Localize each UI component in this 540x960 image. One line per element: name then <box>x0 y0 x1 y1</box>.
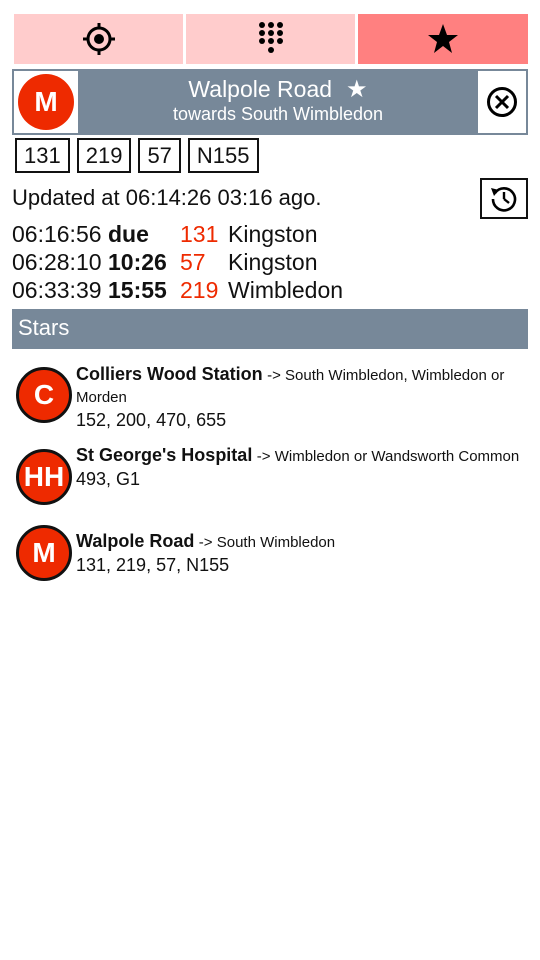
route-filter-list: 131 219 57 N155 <box>15 138 266 173</box>
stop-letter-badge: M <box>18 74 74 130</box>
starred-stop-heading: St George's Hospital -> Wimbledon or Wan… <box>76 444 528 468</box>
starred-stop-item[interactable]: C Colliers Wood Station -> South Wimbled… <box>16 363 528 433</box>
crosshair-icon <box>82 23 115 55</box>
starred-stop-item[interactable]: HH St George's Hospital -> Wimbledon or … <box>16 444 528 514</box>
departure-route: 131 <box>180 221 219 247</box>
departure-route: 219 <box>180 277 219 303</box>
departure-due: 15:55 <box>108 277 167 303</box>
keypad-icon <box>258 22 283 53</box>
departure-due: due <box>108 221 149 247</box>
star-icon <box>428 24 458 53</box>
starred-stop-heading: Walpole Road -> South Wimbledon <box>76 530 528 554</box>
tab-stars[interactable] <box>358 14 528 64</box>
stop-letter-badge: HH <box>16 449 72 505</box>
starred-stop-name: St George's Hospital <box>76 445 253 465</box>
starred-stop-name: Walpole Road <box>76 531 195 551</box>
starred-stop-routes: 131, 219, 57, N155 <box>76 555 230 575</box>
departure-row: 06:16:56 due 131 Kingston <box>12 220 528 248</box>
close-button[interactable] <box>478 71 526 133</box>
starred-stop-text: Colliers Wood Station -> South Wimbledon… <box>76 363 528 431</box>
starred-stop-heading: Colliers Wood Station -> South Wimbledon… <box>76 363 528 409</box>
close-icon <box>487 87 517 117</box>
tab-keypad[interactable] <box>186 14 355 64</box>
stop-header: M Walpole Road ★ towards South Wimbledon <box>12 69 528 135</box>
updated-status: Updated at 06:14:26 03:16 ago. <box>12 185 322 210</box>
stop-name: Walpole Road <box>188 76 333 102</box>
starred-stop-direction: -> South Wimbledon <box>198 534 336 551</box>
departure-due: 10:26 <box>108 249 167 275</box>
departure-row: 06:33:39 15:55 219 Wimbledon <box>12 276 528 304</box>
starred-stop-text: St George's Hospital -> Wimbledon or Wan… <box>76 444 528 490</box>
departure-destination: Kingston <box>228 249 318 275</box>
route-chip[interactable]: 131 <box>15 138 70 173</box>
departure-row: 06:28:10 10:26 57 Kingston <box>12 248 528 276</box>
tab-nearby[interactable] <box>14 14 183 64</box>
route-chip[interactable]: N155 <box>187 138 259 173</box>
refresh-clock-icon <box>491 186 517 212</box>
stop-name-line: Walpole Road ★ <box>78 76 478 103</box>
stop-letter-badge: C <box>16 367 72 423</box>
starred-stop-name: Colliers Wood Station <box>76 364 263 384</box>
favourite-star-icon[interactable]: ★ <box>346 76 368 103</box>
starred-stop-routes: 493, G1 <box>76 469 141 489</box>
starred-stop-text: Walpole Road -> South Wimbledon 131, 219… <box>76 530 528 576</box>
refresh-button[interactable] <box>480 178 528 219</box>
stop-title-area: Walpole Road ★ towards South Wimbledon <box>78 71 478 133</box>
departure-time: 06:28:10 <box>12 249 102 275</box>
starred-stop-routes: 152, 200, 470, 655 <box>76 410 227 430</box>
departure-time: 06:16:56 <box>12 221 102 247</box>
route-chip[interactable]: 219 <box>76 138 132 173</box>
departures-list: 06:16:56 due 131 Kingston 06:28:10 10:26… <box>12 220 528 304</box>
departure-time: 06:33:39 <box>12 277 102 303</box>
departure-destination: Wimbledon <box>228 277 344 303</box>
starred-stop-direction: -> Wimbledon or Wandsworth Common <box>256 448 520 465</box>
departure-destination: Kingston <box>228 221 318 247</box>
departure-route: 57 <box>180 249 206 275</box>
stop-letter-box: M <box>14 71 78 133</box>
stars-section-title: Stars <box>12 309 528 349</box>
tab-bar <box>14 14 528 64</box>
starred-stop-item[interactable]: M Walpole Road -> South Wimbledon 131, 2… <box>16 525 528 586</box>
route-chip[interactable]: 57 <box>138 138 181 173</box>
stop-letter-badge: M <box>16 525 72 581</box>
stop-towards: towards South Wimbledon <box>172 104 384 124</box>
